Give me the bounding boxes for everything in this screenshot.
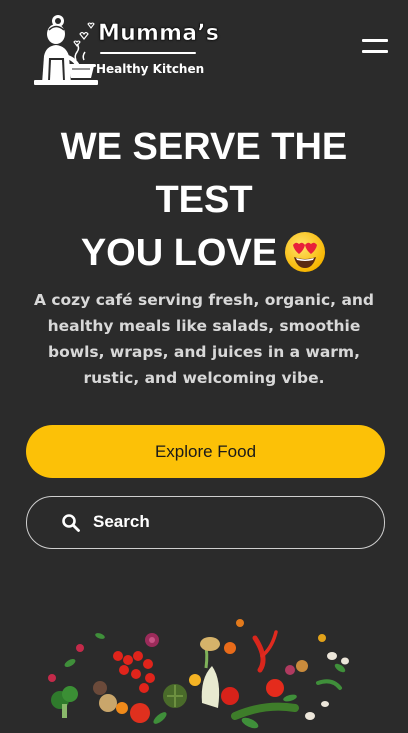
brand-subtitle: Healthy Kitchen (96, 62, 205, 76)
landing-page: Mumma’s Healthy Kitchen WE SERVE THE TES… (0, 0, 408, 733)
hero-title: WE SERVE THE TEST YOU LOVE (20, 121, 388, 280)
search-label: Search (93, 512, 150, 531)
hero-title-line-2: TEST (155, 179, 253, 221)
hero-title-line-1: WE SERVE THE (60, 126, 348, 168)
heart-eyes-emoji (285, 232, 326, 272)
chef-mother-cooking-icon (34, 15, 98, 85)
hero-title-line-3: YOU LOVE (80, 232, 278, 274)
brand-logo[interactable]: Mumma’s Healthy Kitchen (28, 12, 228, 86)
explore-food-button[interactable]: Explore Food (26, 425, 385, 478)
hero-description: A cozy café serving fresh, organic, and … (33, 291, 375, 387)
fresh-vegetables-illustration (48, 619, 349, 729)
hamburger-menu-icon[interactable] (360, 36, 390, 56)
hero-title-line-3-wrap: YOU LOVE (20, 227, 388, 280)
search-icon (62, 514, 80, 532)
site-header: Mumma’s Healthy Kitchen (0, 0, 408, 92)
search-button[interactable]: Search (26, 496, 385, 549)
brand-underline (100, 52, 196, 54)
brand-title: Mumma’s (98, 21, 220, 47)
